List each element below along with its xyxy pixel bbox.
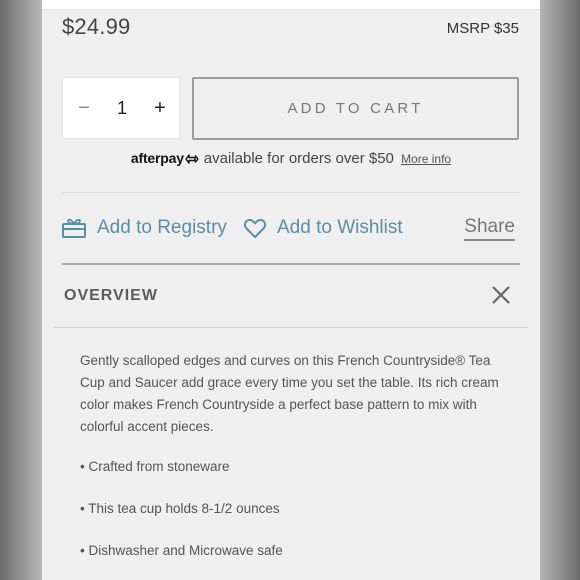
share-link[interactable]: Share xyxy=(464,212,515,244)
afterpay-logo: afterpay xyxy=(130,150,184,166)
divider xyxy=(62,263,520,265)
divider xyxy=(54,327,528,328)
more-info-link[interactable]: More info xyxy=(401,152,451,166)
feature-bullet: • This tea cup holds 8-1/2 ounces xyxy=(80,501,280,516)
right-backdrop xyxy=(538,0,580,580)
gift-icon xyxy=(62,218,86,238)
wishlist-label: Add to Wishlist xyxy=(277,217,403,238)
overview-heading: OVERVIEW xyxy=(64,287,158,304)
quantity-stepper: − 1 + xyxy=(62,77,180,139)
quantity-value[interactable]: 1 xyxy=(103,78,141,138)
heart-icon xyxy=(243,219,267,238)
quantity-increase-button[interactable]: + xyxy=(147,78,173,138)
afterpay-arrows-icon xyxy=(184,152,200,169)
add-to-wishlist-button[interactable]: Add to Wishlist xyxy=(243,212,403,244)
afterpay-message: afterpay available for orders over $50 Mo… xyxy=(42,150,540,169)
overview-description: Gently scalloped edges and curves on thi… xyxy=(80,353,499,434)
add-to-registry-button[interactable]: Add to Registry xyxy=(61,212,227,244)
close-icon[interactable] xyxy=(490,284,512,306)
left-backdrop xyxy=(0,0,42,580)
feature-bullet: • Dishwasher and Microwave safe xyxy=(80,543,283,558)
msrp: MSRP $35 xyxy=(446,20,519,37)
price: $24.99 xyxy=(62,14,131,39)
top-strip xyxy=(42,0,540,10)
add-to-cart-button[interactable]: ADD TO CART xyxy=(192,77,519,140)
afterpay-text: available for orders over $50 xyxy=(203,150,394,167)
action-row: Add to Registry Add to Wishlist Share xyxy=(42,212,540,244)
registry-label: Add to Registry xyxy=(97,217,227,238)
share-label: Share xyxy=(464,216,515,241)
divider xyxy=(62,192,520,193)
quantity-decrease-button[interactable]: − xyxy=(71,78,97,138)
product-panel: $24.99 MSRP $35 − 1 + ADD TO CART afterp… xyxy=(42,0,540,580)
feature-bullet: • Crafted from stoneware xyxy=(80,459,230,474)
